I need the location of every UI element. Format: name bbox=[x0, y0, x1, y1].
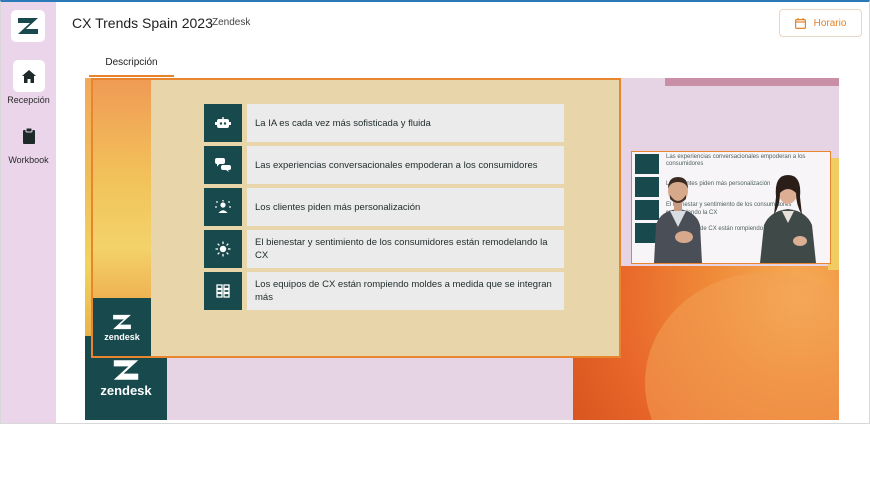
person-sparkle-icon bbox=[204, 188, 242, 226]
bot-icon bbox=[204, 104, 242, 142]
app-window: Recepción Workbook CX Trends Spain 2023 … bbox=[0, 0, 870, 424]
trend-text: El bienestar y sentimiento de los consum… bbox=[247, 230, 564, 268]
trend-text: La IA es cada vez más sofisticada y flui… bbox=[247, 104, 564, 142]
tab-descripcion[interactable]: Descripción bbox=[89, 57, 174, 77]
top-bar: CX Trends Spain 2023 Zendesk Horario bbox=[56, 2, 869, 46]
brand-wordmark: zendesk bbox=[104, 332, 140, 342]
sidebar-item-workbook[interactable]: Workbook bbox=[1, 120, 56, 165]
slide-brand-block: zendesk bbox=[93, 298, 151, 356]
inset-text: Las experiencias conversacionales empode… bbox=[666, 154, 806, 160]
app-logo[interactable] bbox=[11, 10, 45, 42]
chat-bubbles-icon bbox=[204, 146, 242, 184]
calendar-icon bbox=[794, 17, 806, 29]
schedule-button-label: Horario bbox=[813, 17, 847, 29]
trend-item: La IA es cada vez más sofisticada y flui… bbox=[204, 104, 564, 142]
clipboard-icon bbox=[22, 128, 35, 144]
sidebar-item-label: Workbook bbox=[8, 155, 49, 165]
presentation-slide: zendesk La IA es cada vez más sofisticad… bbox=[91, 78, 621, 358]
zendesk-logo-icon bbox=[18, 18, 38, 34]
video-player[interactable]: zendesk zendesk La IA es cada vez más so… bbox=[85, 78, 839, 420]
trend-item: Las experiencias conversacionales empode… bbox=[204, 146, 564, 184]
presenters-inset: Las experiencias conversacionales empode… bbox=[631, 151, 831, 264]
sidebar: Recepción Workbook bbox=[1, 2, 56, 423]
sidebar-item-recepcion[interactable]: Recepción bbox=[1, 60, 56, 105]
presenter-man bbox=[654, 177, 702, 263]
event-organizer: Zendesk bbox=[212, 17, 251, 28]
zendesk-logo-icon bbox=[113, 359, 139, 380]
trend-text: Los equipos de CX están rompiendo moldes… bbox=[247, 272, 564, 310]
home-icon bbox=[21, 69, 36, 83]
trend-item: Los clientes piden más personalización bbox=[204, 188, 564, 226]
grid-blocks-icon bbox=[204, 272, 242, 310]
trend-text: Las experiencias conversacionales empode… bbox=[247, 146, 564, 184]
trend-text: Los clientes piden más personalización bbox=[247, 188, 564, 226]
sidebar-item-label: Recepción bbox=[7, 95, 50, 105]
presenter-woman bbox=[760, 175, 816, 263]
event-title: CX Trends Spain 2023 bbox=[72, 15, 213, 31]
trend-item: Los equipos de CX están rompiendo moldes… bbox=[204, 272, 564, 310]
brand-wordmark: zendesk bbox=[100, 382, 152, 398]
trend-item: El bienestar y sentimiento de los consum… bbox=[204, 230, 564, 268]
video-decoration bbox=[665, 78, 839, 86]
main-content: Descripción zendesk zendesk La IA es cad… bbox=[56, 46, 869, 423]
schedule-button[interactable]: Horario bbox=[779, 9, 862, 37]
zendesk-logo-icon bbox=[113, 314, 131, 330]
sun-icon bbox=[204, 230, 242, 268]
